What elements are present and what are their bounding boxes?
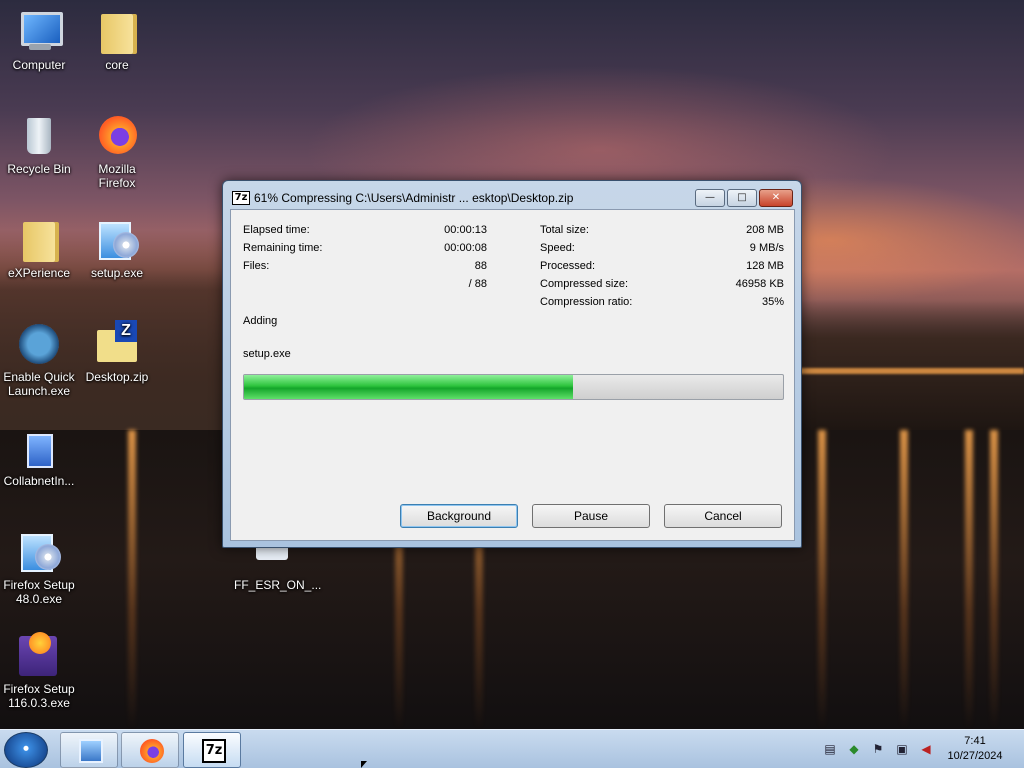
desktop-icon-experience[interactable]: eXPerience	[1, 216, 77, 280]
desktop-icon-label: eXPerience	[7, 266, 71, 280]
zip-archive-icon	[93, 320, 141, 368]
folder-icon	[15, 216, 63, 264]
desktop-icon-label: core	[105, 58, 129, 72]
installer-icon	[93, 216, 141, 264]
clock-date: 10/27/2024	[947, 750, 1003, 762]
desktop-icon-label: Enable Quick Launch.exe	[3, 370, 75, 398]
current-file-name: setup.exe	[243, 348, 291, 360]
speed-label: Speed:	[540, 242, 575, 254]
system-clock[interactable]: 7:41 10/27/2024	[940, 734, 1010, 764]
maximize-button[interactable]: □	[727, 189, 757, 207]
taskbar: 7z ▤ ◆ ⚑ ▣ ◀ 7:41 10/27/2024	[0, 729, 1024, 768]
desktop-icon-mozilla-firefox[interactable]: Mozilla Firefox	[79, 112, 155, 190]
desktop-icon-setup-exe[interactable]: setup.exe	[79, 216, 155, 280]
dialog-titlebar[interactable]: 7z 61% Compressing C:\Users\Administr ..…	[223, 181, 801, 209]
taskbar-firefox-button[interactable]	[121, 732, 179, 768]
desktop-icon-label: Mozilla Firefox	[98, 162, 136, 190]
desktop-icon-label: Desktop.zip	[85, 370, 149, 384]
total-size-value: 208 MB	[746, 224, 784, 236]
compressed-size-value: 46958 KB	[735, 278, 784, 290]
notes-icon[interactable]: ▤	[823, 742, 837, 756]
desktop-icon-enable-quick-launch[interactable]: Enable Quick Launch.exe	[1, 320, 77, 398]
recycle-bin-icon	[15, 112, 63, 160]
compress-progress-dialog: 7z 61% Compressing C:\Users\Administr ..…	[222, 180, 802, 548]
cancel-button[interactable]: Cancel	[664, 504, 782, 528]
folder-icon	[93, 8, 141, 56]
wallpaper-reflection	[128, 430, 136, 730]
wallpaper-reflection	[900, 430, 908, 730]
compressed-size-label: Compressed size:	[540, 278, 629, 290]
speed-value: 9 MB/s	[749, 242, 784, 254]
progress-bar-fill	[244, 375, 573, 399]
wallpaper-bridge-lights	[800, 368, 1024, 374]
wallpaper-riverbank	[800, 300, 1024, 430]
elapsed-time-value: 00:00:13	[444, 224, 487, 236]
operation-status: Adding	[243, 315, 278, 327]
explorer-icon	[79, 739, 103, 763]
remaining-time-value: 00:00:08	[444, 242, 487, 254]
compression-progress-bar	[243, 374, 784, 400]
installer-icon	[15, 424, 63, 472]
desktop-icon-recycle-bin[interactable]: Recycle Bin	[1, 112, 77, 176]
desktop-icon-computer[interactable]: Computer	[1, 8, 77, 72]
processed-value: 128 MB	[746, 260, 784, 272]
wallpaper-reflection	[818, 430, 826, 730]
desktop-icon-label: Firefox Setup 48.0.exe	[3, 578, 75, 606]
pause-button[interactable]: Pause	[532, 504, 650, 528]
desktop-icon-label: setup.exe	[90, 266, 144, 280]
wallpaper-reflection	[965, 430, 973, 730]
background-button[interactable]: Background	[400, 504, 518, 528]
wallpaper-reflection	[990, 430, 998, 730]
compression-ratio-value: 35%	[761, 296, 784, 308]
desktop-icon-label: Firefox Setup 116.0.3.exe	[3, 682, 75, 710]
elapsed-time-label: Elapsed time:	[243, 224, 310, 236]
volume-muted-icon[interactable]: ◀	[919, 742, 933, 756]
minimize-button[interactable]: —	[695, 189, 725, 207]
desktop-icon-collabnet[interactable]: CollabnetIn...	[1, 424, 77, 488]
security-shield-icon[interactable]: ◆	[847, 742, 861, 756]
taskbar-7zip-button[interactable]: 7z	[183, 732, 241, 768]
firefox-icon	[93, 112, 141, 160]
mouse-cursor	[361, 761, 367, 768]
dialog-title: 61% Compressing C:\Users\Administr ... e…	[254, 191, 574, 205]
7zip-icon: 7z	[202, 739, 226, 763]
desktop-icon-core[interactable]: core	[79, 8, 155, 72]
clock-time: 7:41	[964, 735, 986, 747]
desktop-icon-label: FF_ESR_ON_...	[234, 578, 322, 592]
desktop-icon-label: Recycle Bin	[7, 162, 71, 176]
files-total-value: / 88	[468, 278, 487, 290]
desktop-icon-label: CollabnetIn...	[3, 474, 75, 488]
compression-ratio-label: Compression ratio:	[540, 296, 633, 308]
action-center-flag-icon[interactable]: ⚑	[871, 742, 885, 756]
7zip-icon: 7z	[232, 191, 250, 205]
network-icon[interactable]: ▣	[895, 742, 909, 756]
desktop-icon-firefox-setup-48[interactable]: Firefox Setup 48.0.exe	[1, 528, 77, 606]
files-value: 88	[474, 260, 487, 272]
computer-icon	[15, 8, 63, 56]
taskbar-explorer-button[interactable]	[60, 732, 118, 768]
installer-icon	[15, 632, 63, 680]
quick-launch-icon	[15, 320, 63, 368]
dialog-body: Elapsed time: 00:00:13 Remaining time: 0…	[230, 209, 795, 541]
processed-label: Processed:	[540, 260, 596, 272]
total-size-label: Total size:	[540, 224, 589, 236]
remaining-time-label: Remaining time:	[243, 242, 323, 254]
start-button[interactable]	[4, 732, 48, 768]
installer-icon	[15, 528, 63, 576]
firefox-icon	[140, 739, 164, 763]
desktop-icon-desktop-zip[interactable]: Desktop.zip	[79, 320, 155, 384]
files-label: Files:	[243, 260, 270, 272]
desktop-icon-firefox-setup-116[interactable]: Firefox Setup 116.0.3.exe	[1, 632, 77, 710]
close-button[interactable]: ✕	[759, 189, 793, 207]
desktop-icon-label: Computer	[12, 58, 66, 72]
